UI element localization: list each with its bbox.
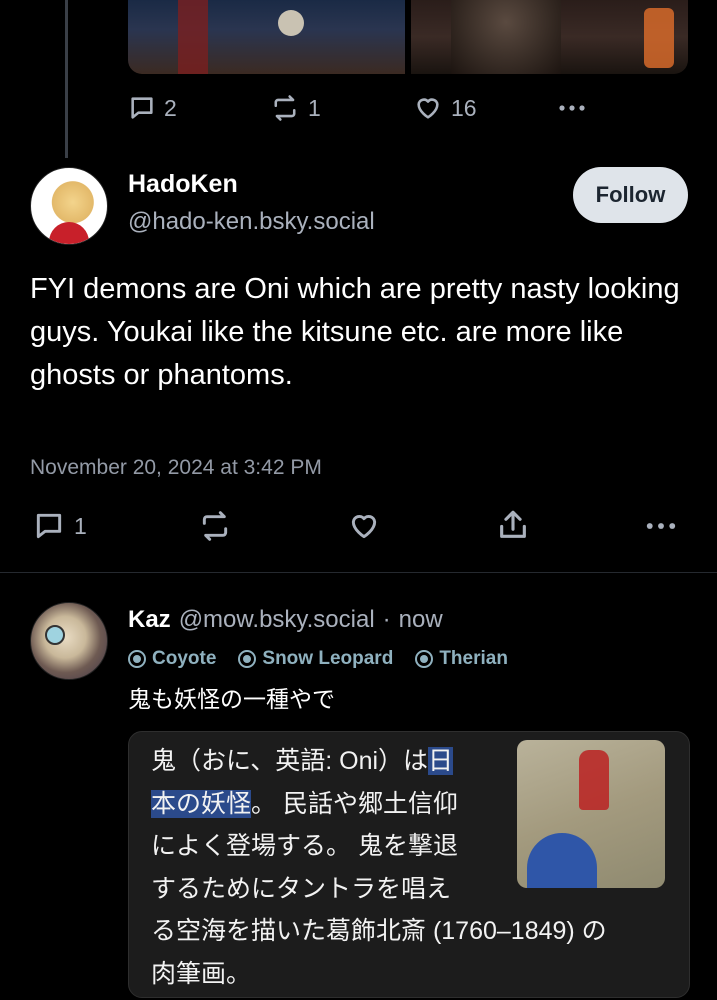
- heart-icon: [351, 514, 377, 539]
- prev-like-button[interactable]: 16: [413, 94, 477, 122]
- reply-text: 鬼も妖怪の一種やで: [128, 686, 335, 712]
- badge-coyote[interactable]: Coyote: [128, 648, 216, 670]
- prev-more-button[interactable]: [556, 94, 588, 122]
- badge-therian[interactable]: Therian: [415, 648, 508, 670]
- prev-reply-count: 2: [164, 94, 177, 121]
- quote-line: 鬼（おに、英語: Oni）は: [151, 747, 429, 775]
- quote-line: するためにタントラを唱え: [151, 874, 452, 903]
- share-button[interactable]: [496, 508, 530, 542]
- repost-button[interactable]: [197, 510, 233, 542]
- quote-image[interactable]: [517, 740, 665, 888]
- heart-icon: [417, 98, 439, 119]
- avatar[interactable]: [30, 167, 108, 245]
- more-button[interactable]: [643, 510, 679, 542]
- quote-line: 。 民話や郷土信仰: [251, 789, 458, 818]
- author-handle[interactable]: @hado-ken.bsky.social: [128, 208, 375, 236]
- quote-line: によく登場する。 鬼を撃退: [151, 832, 458, 860]
- highlighted-text: 日: [428, 747, 454, 775]
- media-image-2[interactable]: [411, 0, 688, 74]
- reply-author-handle[interactable]: @mow.bsky.social: [179, 606, 375, 634]
- divider: [0, 572, 717, 573]
- previous-post-media[interactable]: [128, 0, 688, 74]
- quote-line: 肉筆画。: [151, 959, 252, 988]
- prev-like-count: 16: [451, 94, 477, 121]
- reply-avatar[interactable]: [30, 602, 108, 680]
- reply-time: now: [398, 606, 443, 633]
- follow-button[interactable]: Follow: [573, 167, 688, 223]
- reply-count: 1: [74, 512, 87, 539]
- prev-repost-button[interactable]: 1: [270, 94, 321, 122]
- more-icon: [646, 523, 676, 529]
- more-icon: [559, 105, 585, 111]
- prev-repost-count: 1: [308, 94, 321, 121]
- badge-icon: [128, 650, 146, 668]
- thread-line: [65, 0, 68, 158]
- quote-line: る空海を描いた葛飾北斎 (1760–1849) の: [151, 917, 607, 945]
- profile-badges: Coyote Snow Leopard Therian: [128, 648, 508, 670]
- reply-author-name[interactable]: Kaz: [128, 606, 171, 634]
- badge-label: Therian: [439, 648, 508, 669]
- reply-icon: [36, 513, 62, 539]
- quote-card[interactable]: 鬼（おに、英語: Oni）は日 本の妖怪。 民話や郷土信仰 によく登場する。 鬼…: [128, 731, 690, 998]
- reply-header: Kaz @mow.bsky.social · now: [128, 606, 443, 634]
- like-button[interactable]: [346, 510, 382, 542]
- post-timestamp: November 20, 2024 at 3:42 PM: [30, 456, 322, 479]
- badge-label: Coyote: [152, 648, 217, 669]
- repost-icon: [274, 95, 296, 121]
- quote-text: 鬼（おに、英語: Oni）は日 本の妖怪。 民話や郷土信仰 によく登場する。 鬼…: [151, 740, 607, 995]
- media-image-1[interactable]: [128, 0, 405, 74]
- badge-icon: [415, 650, 434, 668]
- highlighted-text: 本の妖怪: [151, 789, 252, 818]
- badge-icon: [238, 650, 257, 668]
- reply-button[interactable]: 1: [32, 510, 87, 542]
- badge-label: Snow Leopard: [262, 648, 394, 669]
- author-name[interactable]: HadoKen: [128, 170, 238, 199]
- separator-dot: ·: [382, 606, 391, 633]
- post-text: FYI demons are Oni which are pretty nast…: [30, 273, 680, 391]
- share-icon: [500, 510, 526, 538]
- reply-icon: [131, 97, 153, 119]
- repost-icon: [202, 511, 228, 541]
- prev-reply-button[interactable]: 2: [128, 94, 177, 122]
- badge-snow-leopard[interactable]: Snow Leopard: [238, 648, 393, 670]
